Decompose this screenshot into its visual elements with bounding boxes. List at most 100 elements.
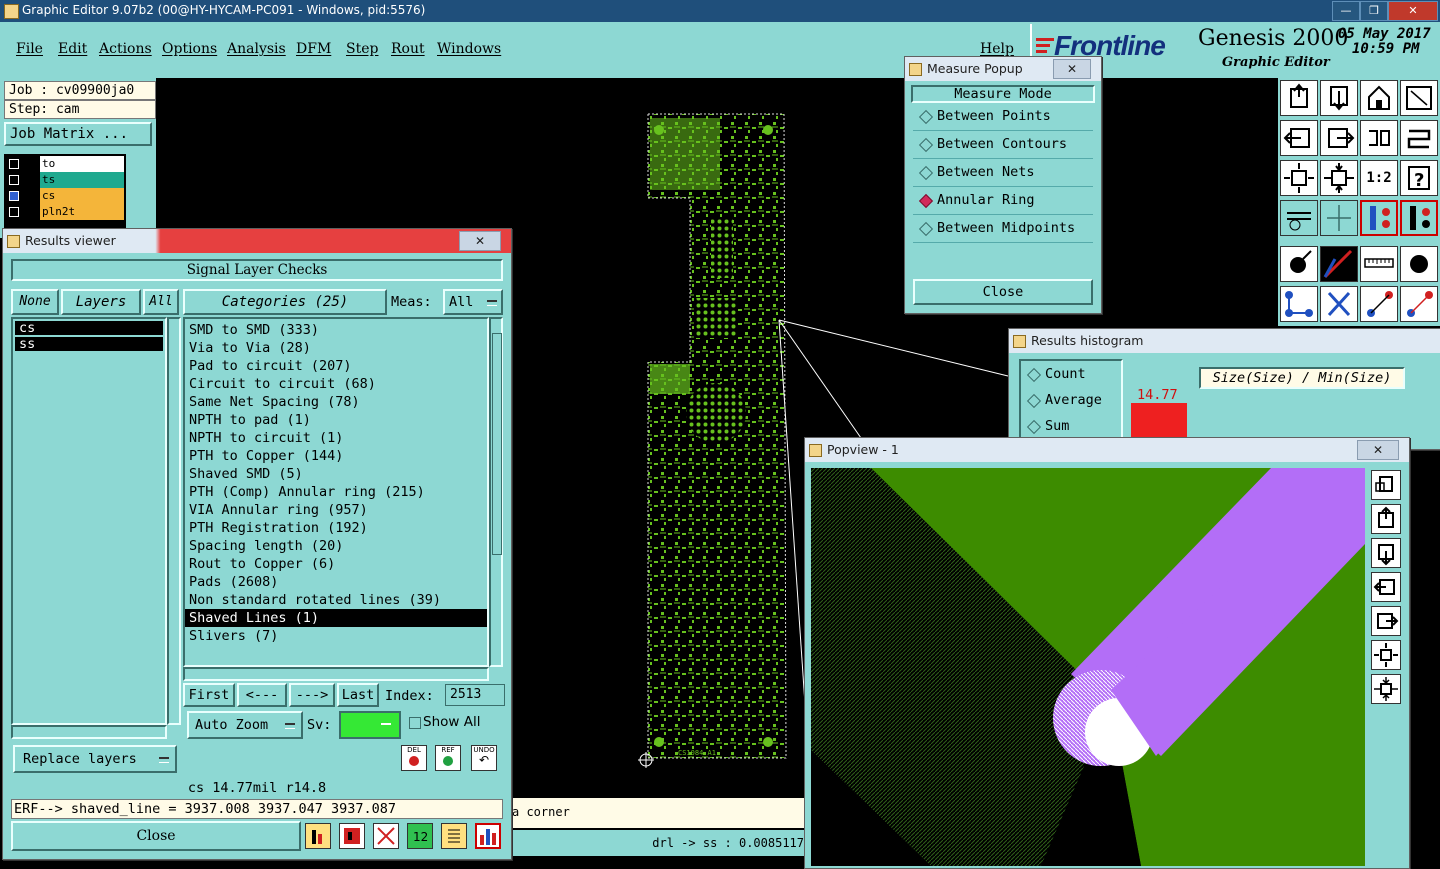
pan-right-icon[interactable] [1320, 120, 1358, 156]
popview-up-icon[interactable] [1371, 504, 1401, 534]
next-button[interactable]: ---> [289, 683, 335, 707]
list-item[interactable]: NPTH to pad (1) [185, 411, 487, 429]
layers-button[interactable]: Layers [61, 289, 141, 315]
radio-sum[interactable]: Sum [1021, 413, 1121, 439]
histogram-titlebar[interactable]: Results histogram [1009, 329, 1440, 353]
radio-annular-ring[interactable]: Annular Ring [913, 187, 1093, 215]
snap-icon[interactable] [1280, 200, 1318, 236]
measure-popup-titlebar[interactable]: Measure Popup ✕ [905, 57, 1101, 81]
list-item[interactable]: SMD to SMD (333) [185, 321, 487, 339]
close-window-button[interactable]: ✕ [1388, 1, 1438, 21]
close-button[interactable]: Close [11, 821, 301, 851]
layer-row[interactable]: cs [4, 188, 126, 204]
delete-cross-icon[interactable] [1320, 286, 1358, 322]
list-item[interactable]: PTH Registration (192) [185, 519, 487, 537]
grid-icon[interactable] [1320, 200, 1358, 236]
color-draw-icon[interactable] [1320, 246, 1358, 282]
menu-step[interactable]: Step [346, 41, 378, 57]
measure-close-button[interactable]: Close [913, 279, 1093, 305]
last-button[interactable]: Last [337, 683, 379, 707]
close-icon[interactable]: ✕ [459, 231, 501, 251]
list-item-selected[interactable]: Shaved Lines (1) [185, 609, 487, 627]
show-all-checkbox[interactable] [409, 717, 421, 729]
mirror-icon[interactable] [1360, 120, 1398, 156]
layer-list-scrollbar[interactable] [167, 317, 181, 725]
none-button[interactable]: None [11, 289, 59, 315]
graph-icon[interactable] [305, 823, 331, 849]
list-item[interactable]: VIA Annular ring (957) [185, 501, 487, 519]
categories-hscrollbar[interactable] [183, 667, 489, 681]
close-icon[interactable]: ✕ [1357, 440, 1399, 460]
layer-checkbox[interactable] [9, 159, 19, 169]
categories-scrollbar[interactable] [489, 317, 503, 667]
layer-checkbox[interactable] [9, 207, 19, 217]
categories-button[interactable]: Categories (25) [183, 289, 387, 315]
prev-button[interactable]: <--- [237, 683, 287, 707]
popview-zoom-in-icon[interactable] [1371, 640, 1401, 670]
menu-help[interactable]: Help [980, 41, 1014, 57]
menu-options[interactable]: Options [162, 41, 217, 57]
measure-line-alt-icon[interactable] [1400, 286, 1438, 322]
radio-between-points[interactable]: Between Points [913, 103, 1093, 131]
pan-left-icon[interactable] [1280, 120, 1318, 156]
zoom-home-icon[interactable] [1280, 80, 1318, 116]
popview-left-icon[interactable] [1371, 572, 1401, 602]
pad-icon[interactable] [1280, 246, 1318, 282]
popview-zoom-icon[interactable] [1371, 470, 1401, 500]
popview-zoom-out-icon[interactable] [1371, 674, 1401, 704]
window-fit-icon[interactable] [1400, 80, 1438, 116]
auto-zoom-select[interactable]: Auto Zoom [187, 711, 303, 739]
menu-dfm[interactable]: DFM [296, 41, 331, 57]
list-item[interactable]: PTH to Copper (144) [185, 447, 487, 465]
scale-1-2-icon[interactable]: 1:2 [1360, 160, 1398, 196]
menu-actions[interactable]: Actions [99, 41, 152, 57]
layer-results-list[interactable]: cs ss [11, 317, 167, 725]
zoom-in-icon[interactable] [1280, 160, 1318, 196]
maximize-button[interactable]: ❐ [1360, 1, 1388, 21]
measure-line-icon[interactable] [1360, 286, 1398, 322]
connect-icon[interactable] [1280, 286, 1318, 322]
list-item[interactable]: PTH (Comp) Annular ring (215) [185, 483, 487, 501]
layer-checkbox[interactable] [9, 191, 19, 201]
menu-analysis[interactable]: Analysis [227, 41, 286, 57]
ref-button[interactable]: REF [435, 745, 461, 771]
radio-average[interactable]: Average [1021, 387, 1121, 413]
list-item[interactable]: NPTH to circuit (1) [185, 429, 487, 447]
list-item[interactable]: Spacing length (20) [185, 537, 487, 555]
undo-button[interactable]: UNDO ↶ [471, 745, 497, 771]
popview-right-icon[interactable] [1371, 606, 1401, 636]
index-input[interactable]: 2513 [445, 684, 505, 706]
list-item[interactable]: Pad to circuit (207) [185, 357, 487, 375]
list-item[interactable]: ss [15, 337, 163, 351]
list-item[interactable]: Shaved SMD (5) [185, 465, 487, 483]
meas-select[interactable]: All [443, 289, 503, 315]
radio-between-midpoints[interactable]: Between Midpoints [913, 215, 1093, 243]
report-icon[interactable] [441, 823, 467, 849]
list-item[interactable]: Pads (2608) [185, 573, 487, 591]
radio-between-contours[interactable]: Between Contours [913, 131, 1093, 159]
layer-row[interactable]: to [4, 156, 126, 172]
results-viewer-titlebar[interactable]: Results viewer ✕ [3, 229, 511, 253]
radio-between-nets[interactable]: Between Nets [913, 159, 1093, 187]
zoom-out-icon[interactable] [1320, 160, 1358, 196]
menu-edit[interactable]: Edit [58, 41, 87, 57]
radio-count[interactable]: Count [1021, 361, 1121, 387]
list-item[interactable]: Rout to Copper (6) [185, 555, 487, 573]
scrollbar-thumb[interactable] [492, 333, 502, 555]
del-button[interactable]: DEL [401, 745, 427, 771]
net-pads-alt-icon[interactable] [1400, 200, 1438, 236]
list-item[interactable]: Circuit to circuit (68) [185, 375, 487, 393]
all-button[interactable]: All [143, 289, 179, 315]
histogram-icon[interactable] [475, 823, 501, 849]
menu-rout[interactable]: Rout [391, 41, 425, 57]
count-icon[interactable]: 12 [407, 823, 433, 849]
layer-list-hscrollbar[interactable] [11, 725, 167, 739]
list-item[interactable]: Via to Via (28) [185, 339, 487, 357]
categories-list[interactable]: SMD to SMD (333) Via to Via (28) Pad to … [183, 317, 489, 667]
first-button[interactable]: First [183, 683, 235, 707]
job-matrix-button[interactable]: Job Matrix ... [4, 122, 152, 146]
list-item[interactable]: Same Net Spacing (78) [185, 393, 487, 411]
home-view-icon[interactable] [1360, 80, 1398, 116]
net-pads-icon[interactable] [1360, 200, 1398, 236]
popview-titlebar[interactable]: Popview - 1 ✕ [805, 438, 1409, 462]
